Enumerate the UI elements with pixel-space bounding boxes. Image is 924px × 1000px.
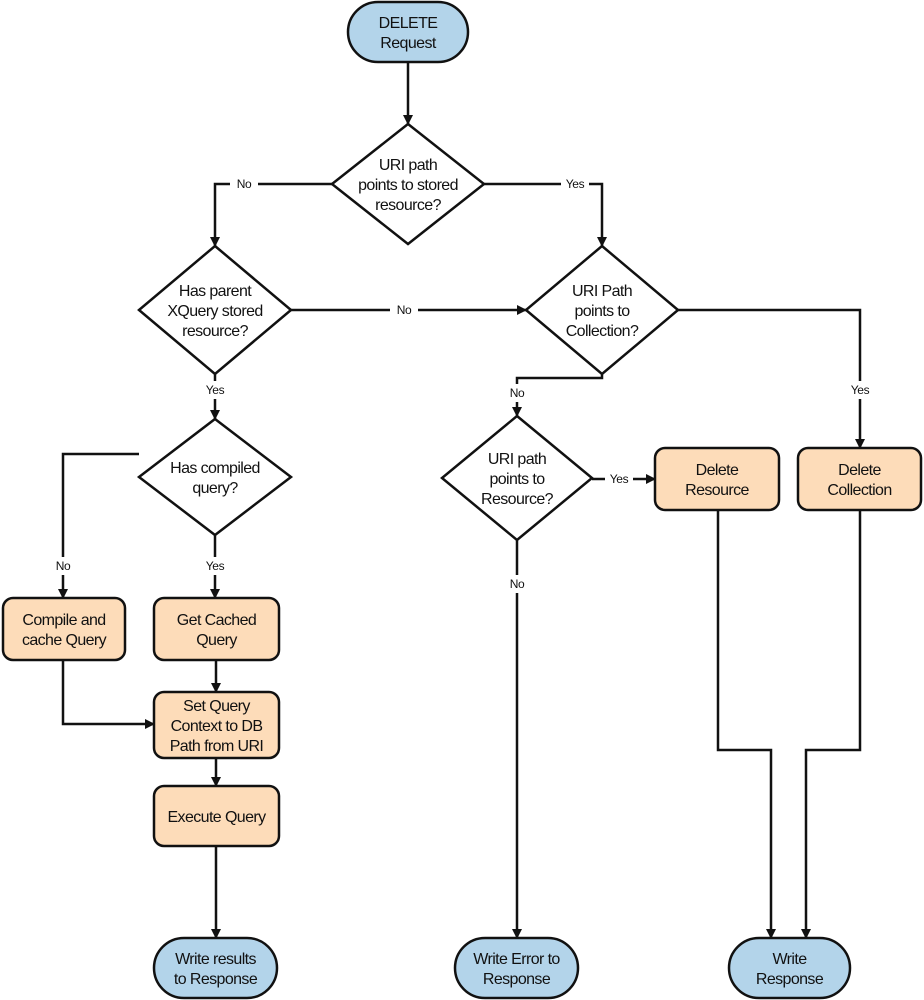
- node-del-resource: Delete Resource: [653, 446, 781, 512]
- node-label-line: Compile and: [22, 612, 105, 629]
- node-d-collection: URI Path points to Collection?: [524, 244, 680, 376]
- edge-label: No: [56, 559, 71, 573]
- node-label-line: Write: [772, 951, 807, 968]
- node-label-line: points to: [489, 471, 545, 488]
- delete-request-flowchart: No Yes No Yes Yes No No Yes Yes No DELETE Request U…: [1, 0, 923, 1000]
- node-label-line: Execute Query: [167, 809, 266, 826]
- connector-arrow: [716, 510, 776, 939]
- edge-label: No: [510, 386, 525, 400]
- node-compile: Compile and cache Query: [1, 596, 127, 662]
- node-label-line: Request: [380, 35, 437, 52]
- terminal-pill: [453, 936, 580, 1000]
- edge-del_resource-to-write_response: [716, 510, 776, 939]
- node-label-line: Delete: [696, 462, 739, 479]
- node-label-line: Write Error to: [473, 951, 560, 968]
- edge-label: Yes: [610, 472, 629, 486]
- process-box: [653, 446, 781, 512]
- node-label-line: Path from URI: [170, 738, 264, 755]
- node-label-line: Response: [483, 971, 551, 988]
- node-label-line: Collection: [827, 482, 891, 499]
- node-write-results: Write results to Response: [152, 936, 279, 1000]
- terminal-pill: [727, 936, 852, 1000]
- edge-d_compiled-to-compile: No: [49, 452, 139, 599]
- node-label-line: Set Query: [183, 698, 250, 715]
- edge-d_parent-to-d_compiled: Yes: [201, 374, 229, 420]
- connector-arrow: [678, 308, 865, 449]
- node-label-line: Delete: [838, 462, 881, 479]
- terminal-pill: [346, 0, 470, 64]
- node-label-line: Resource: [685, 482, 749, 499]
- node-label-line: XQuery stored: [167, 303, 262, 320]
- edge-label: Yes: [566, 177, 585, 191]
- process-box: [1, 596, 127, 662]
- node-d-compiled: Has compiled query?: [136, 417, 294, 537]
- node-label-line: Response: [756, 971, 824, 988]
- node-label-line: Write results: [175, 951, 256, 968]
- process-box: [796, 446, 923, 512]
- node-label-line: Has compiled: [170, 460, 260, 477]
- edge-d_parent-to-d_collection: No: [291, 301, 527, 319]
- connector-arrow: [210, 182, 332, 247]
- node-d-parent: Has parent XQuery stored resource?: [137, 244, 293, 376]
- node-d-stored: URI path points to stored resource?: [329, 122, 487, 246]
- node-label-line: Collection?: [566, 323, 639, 340]
- edge-label: No: [237, 177, 252, 191]
- node-write-response: Write Response: [727, 936, 852, 1000]
- node-label-line: URI path: [379, 157, 437, 174]
- edge-d_resource-to-write_error: No: [503, 540, 531, 939]
- connector-arrow: [61, 660, 155, 729]
- terminal-pill: [152, 936, 279, 1000]
- edge-d_collection-to-d_resource: No: [503, 374, 604, 417]
- edge-d_stored-to-d_collection: Yes: [484, 175, 607, 247]
- node-label-line: cache Query: [22, 632, 107, 649]
- edge-label: No: [510, 577, 525, 591]
- node-label-line: URI path: [488, 451, 546, 468]
- node-label-line: points to: [574, 303, 630, 320]
- node-label-line: Context to DB: [171, 718, 263, 735]
- node-cached: Get Cached Query: [152, 596, 281, 662]
- connector-arrow: [801, 510, 862, 939]
- node-label-line: Resource?: [481, 491, 554, 508]
- edge-d_resource-to-del_resource: Yes: [592, 470, 656, 488]
- node-label-line: Get Cached: [177, 612, 256, 629]
- connector-arrow: [484, 182, 607, 247]
- node-label-line: resource?: [375, 197, 441, 214]
- decision-diamond: [136, 417, 294, 537]
- edge-label: Yes: [206, 383, 225, 397]
- edge-d_stored-to-d_parent: No: [210, 175, 332, 247]
- edge-del_collection-to-write_response: [801, 510, 862, 939]
- node-d-resource: URI path points to Resource?: [440, 414, 594, 542]
- node-label-line: resource?: [182, 323, 248, 340]
- node-label-line: query?: [192, 480, 238, 497]
- edge-label: Yes: [851, 383, 870, 397]
- edge-compile-to-context: [61, 660, 155, 729]
- edge-label: No: [397, 303, 412, 317]
- edge-label: Yes: [206, 559, 225, 573]
- connector-arrow: [58, 452, 139, 599]
- edge-d_collection-to-del_collection: Yes: [678, 308, 874, 449]
- node-context: Set Query Context to DB Path from URI: [152, 690, 281, 760]
- node-execute: Execute Query: [152, 784, 281, 848]
- node-label-line: points to stored: [358, 177, 458, 194]
- edge-d_compiled-to-cached: Yes: [201, 535, 229, 599]
- node-del-collection: Delete Collection: [796, 446, 923, 512]
- node-label-line: URI Path: [572, 283, 632, 300]
- node-label-line: Query: [196, 632, 237, 649]
- node-label-line: to Response: [174, 971, 258, 988]
- node-label-line: Has parent: [179, 283, 252, 300]
- node-start: DELETE Request: [346, 0, 470, 64]
- process-box: [152, 596, 281, 662]
- node-label-line: DELETE: [379, 15, 438, 32]
- node-write-error: Write Error to Response: [453, 936, 580, 1000]
